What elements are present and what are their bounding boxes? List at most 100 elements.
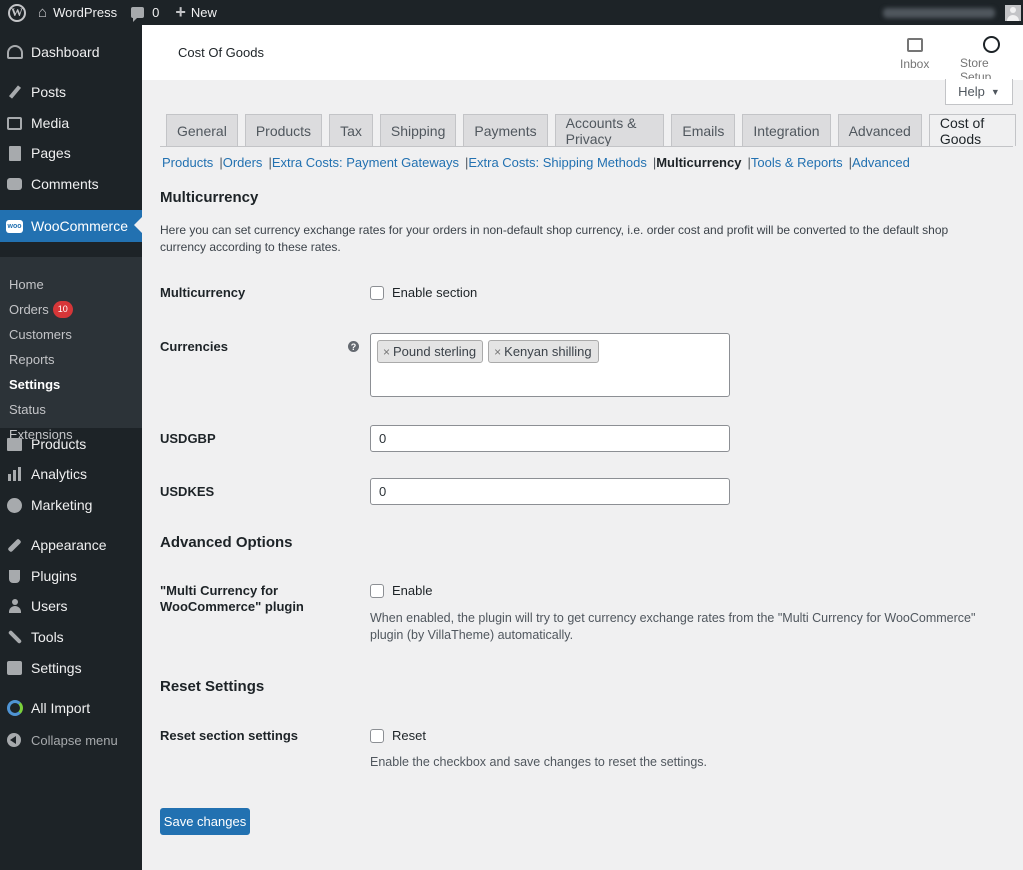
menu-analytics[interactable]: Analytics [0,459,142,489]
section-title-multicurrency: Multicurrency [160,189,259,206]
menu-plugins[interactable]: Plugins [0,561,142,591]
menu-media[interactable]: Media [0,108,142,138]
menu-woocommerce[interactable]: woo WooCommerce [0,210,142,242]
page-title: Cost Of Goods [178,45,264,60]
mcw-plugin-label: "Multi Currency for WooCommerce" plugin [160,583,304,614]
subsection-tools-reports[interactable]: Tools & Reports [751,155,843,170]
tab-emails[interactable]: Emails [671,114,736,146]
tab-products[interactable]: Products [244,114,323,146]
paintbrush-icon [6,537,23,554]
menu-products[interactable]: Products [0,429,142,459]
tab-cost-of-goods[interactable]: Cost of Goods [928,114,1016,147]
reset-description: Enable the checkbox and save changes to … [370,755,708,769]
help-tip-icon[interactable]: ? [348,341,359,352]
subsection-multicurrency[interactable]: Multicurrency [656,155,741,170]
tab-tax[interactable]: Tax [329,114,373,146]
new-content-link[interactable]: + New [175,0,217,25]
menu-label: Media [31,115,70,131]
enable-section-checkbox[interactable] [370,286,384,300]
currencies-multiselect[interactable]: × Pound sterling × Kenyan shilling [370,333,730,397]
submenu-status[interactable]: Status [9,400,46,418]
reset-label: Reset section settings [160,728,298,743]
multicurrency-label: Multicurrency [160,285,246,300]
currency-chip[interactable]: × Kenyan shilling [488,340,599,363]
currencies-label: Currencies [160,339,228,354]
tab-shipping[interactable]: Shipping [379,114,457,146]
menu-label: All Import [31,700,91,716]
dashboard-icon [6,44,23,61]
avatar [1005,4,1021,21]
usdgbp-label: USDGBP [160,431,216,446]
subsection-orders[interactable]: Orders [223,155,263,170]
menu-users[interactable]: Users [0,591,142,621]
remove-icon[interactable]: × [494,345,501,359]
submenu-reports[interactable]: Reports [9,350,55,368]
enable-section-checkbox-row[interactable]: Enable section [370,285,477,300]
menu-label: Posts [31,84,67,100]
tab-accounts-privacy[interactable]: Accounts & Privacy [554,114,665,147]
usdkes-input[interactable]: 0 [370,478,730,505]
submenu-label: Orders [9,301,49,317]
home-icon: ⌂ [38,4,48,21]
subsection-extra-shipping[interactable]: Extra Costs: Shipping Methods [468,155,646,170]
reset-checkbox-row[interactable]: Reset [370,728,426,743]
menu-marketing[interactable]: Marketing [0,490,142,520]
tab-integration[interactable]: Integration [742,114,831,146]
plug-icon [6,568,23,585]
section-title-advanced: Advanced Options [160,534,293,551]
submenu-customers[interactable]: Customers [9,325,72,343]
menu-pages[interactable]: Pages [0,138,142,168]
wordpress-logo-icon[interactable]: W [2,0,32,25]
enable-mcw-checkbox[interactable] [370,584,384,598]
collapse-menu-button[interactable]: Collapse menu [0,728,118,752]
inbox-button[interactable]: Inbox [900,36,929,71]
enable-mcw-checkbox-row[interactable]: Enable [370,583,432,598]
new-label: New [190,5,217,20]
help-tab-button[interactable]: Help ▼ [945,79,1013,105]
tab-payments[interactable]: Payments [463,114,548,146]
usdgbp-input[interactable]: 0 [370,425,730,452]
currency-chip[interactable]: × Pound sterling [377,340,484,363]
subsection-extra-payment[interactable]: Extra Costs: Payment Gateways [272,155,459,170]
submenu-orders[interactable]: Orders 10 [9,300,73,318]
enable-label: Enable [392,583,433,598]
menu-label: Tools [31,629,64,645]
menu-posts[interactable]: Posts [0,77,142,107]
megaphone-icon [6,497,23,514]
menu-all-import[interactable]: All Import [0,693,142,723]
reset-checkbox[interactable] [370,729,384,743]
tabs-divider [160,146,1013,147]
woocommerce-header: Cost Of Goods Inbox Store Setup [142,25,1023,84]
inbox-label: Inbox [900,57,930,71]
tab-advanced[interactable]: Advanced [837,114,922,146]
menu-tools[interactable]: Tools [0,622,142,652]
sliders-icon [6,660,23,677]
subsection-advanced[interactable]: Advanced [852,155,910,170]
woocommerce-submenu: Home Orders 10 Customers Reports Setting… [0,257,142,442]
submenu-home[interactable]: Home [9,275,44,293]
inbox-icon [906,38,923,52]
site-name-link[interactable]: ⌂ WordPress [38,0,117,25]
enable-section-label: Enable section [392,285,478,300]
menu-label: Settings [31,660,82,676]
pin-icon [6,84,23,101]
plus-icon: + [175,2,186,22]
user-icon [6,598,23,615]
tab-general[interactable]: General [166,114,238,146]
menu-label: Pages [31,145,71,161]
comments-link[interactable]: 0 [131,0,159,25]
menu-settings[interactable]: Settings [0,653,142,683]
menu-dashboard[interactable]: Dashboard [0,37,142,67]
menu-label: Appearance [31,537,107,553]
menu-appearance[interactable]: Appearance [0,530,142,560]
account-menu[interactable] [883,0,1023,25]
subsection-products[interactable]: Products [162,155,213,170]
all-import-icon [6,700,23,717]
save-changes-button[interactable]: Save changes [160,808,250,835]
submenu-settings[interactable]: Settings [9,375,60,393]
menu-comments[interactable]: Comments [0,169,142,199]
section-description: Here you can set currency exchange rates… [160,223,949,254]
remove-icon[interactable]: × [383,345,390,359]
store-setup-button[interactable]: Store Setup [960,36,1023,84]
reset-checkbox-label: Reset [392,728,426,743]
